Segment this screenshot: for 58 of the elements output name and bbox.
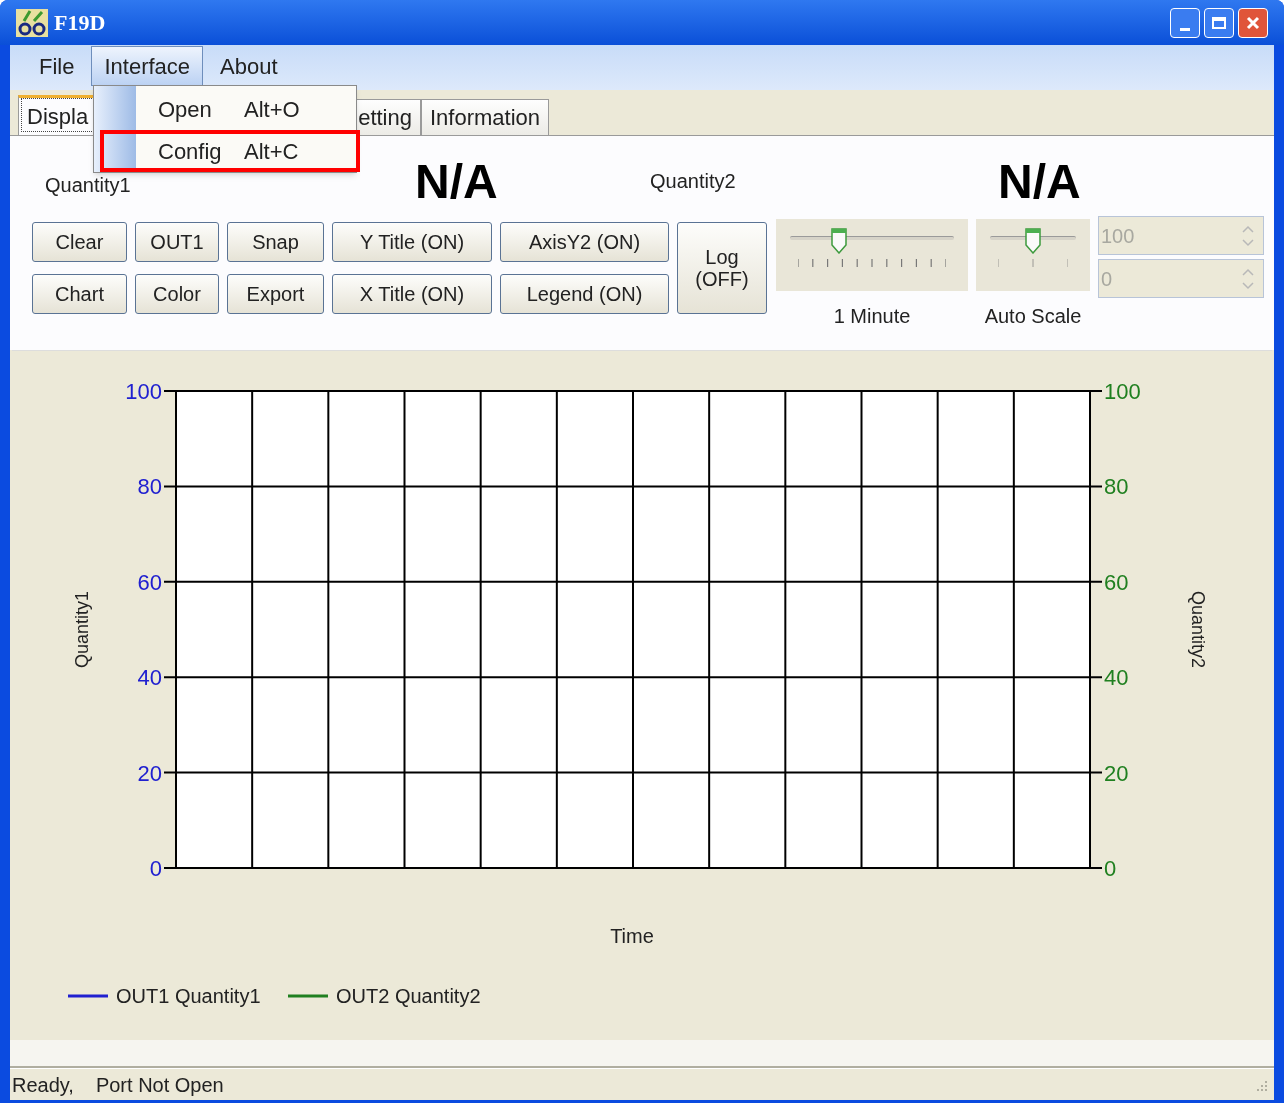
slider-caption: 1 Minute — [833, 304, 911, 329]
dropdown-item[interactable]: Config Alt+C — [100, 130, 360, 172]
y-tick-label: 80 — [137, 474, 162, 500]
toolbar-button[interactable]: X Title (ON) — [332, 274, 492, 314]
toolbar-button[interactable]: Chart — [32, 274, 127, 314]
status-text: Ready, — [12, 1072, 74, 1098]
y-tick-label: 0 — [149, 856, 162, 881]
toolbar-button[interactable]: Y Title (ON) — [332, 222, 492, 262]
minimize-button[interactable] — [1170, 7, 1200, 38]
slider-thumb[interactable] — [1025, 228, 1041, 254]
slider[interactable] — [976, 219, 1090, 291]
x-axis-title: Time — [610, 925, 654, 947]
toolbar-button[interactable]: Export — [227, 274, 324, 314]
close-button[interactable] — [1238, 7, 1268, 38]
status-text: Port Not Open — [95, 1072, 224, 1098]
y-tick-label: 20 — [137, 760, 162, 786]
slider-thumb[interactable] — [831, 228, 848, 254]
menu-item[interactable]: About — [207, 46, 291, 86]
legend-label: OUT1 Quantity1 — [116, 985, 261, 1007]
menu-label: Open — [158, 95, 213, 124]
toolbar-button[interactable]: Clear — [32, 222, 127, 262]
y2-tick-label: 60 — [1104, 569, 1129, 595]
menu-shortcut: Alt+O — [244, 95, 300, 124]
toolbar-button[interactable]: Color — [135, 274, 219, 314]
spin-value: 100 — [1101, 223, 1136, 249]
toolbar-button[interactable]: AxisY2 (ON) — [500, 222, 669, 262]
maximize-button[interactable] — [1204, 7, 1234, 38]
menu-item[interactable]: File — [26, 46, 88, 86]
quantity-label: Quantity2 — [650, 169, 737, 194]
legend-label: OUT2 Quantity2 — [336, 985, 481, 1007]
y2-tick-label: 100 — [1104, 379, 1141, 404]
toolbar-button[interactable]: Snap — [227, 222, 324, 262]
quantity-value: N/A — [415, 158, 498, 206]
tab[interactable]: Information — [420, 99, 550, 135]
slider-caption: Auto Scale — [984, 304, 1082, 329]
tick-marks — [998, 259, 1068, 267]
quantity-value: N/A — [998, 158, 1081, 206]
spin-value: 0 — [1101, 266, 1114, 292]
quantity-label: Quantity1 — [45, 173, 132, 198]
toolbar-button[interactable]: OUT1 — [135, 222, 219, 262]
menu-label: Config — [158, 137, 223, 166]
y2-tick-label: 0 — [1104, 856, 1117, 881]
toolbar-button[interactable]: Log (OFF) — [677, 222, 767, 314]
y2-tick-label: 40 — [1104, 665, 1129, 691]
y2-tick-label: 20 — [1104, 760, 1129, 786]
menu-shortcut: Alt+C — [244, 137, 299, 166]
y-tick-label: 60 — [137, 569, 162, 595]
app-logo-icon — [16, 8, 48, 37]
toolbar-button[interactable]: Legend (ON) — [500, 274, 669, 314]
window-title: F19D — [54, 9, 106, 37]
menu-item[interactable]: Interface — [91, 46, 204, 86]
close-icon — [1246, 15, 1260, 30]
y-tick-label: 100 — [125, 379, 162, 404]
y-tick-label: 40 — [137, 665, 162, 691]
y-axis-title: Quantity1 — [72, 591, 92, 668]
y2-axis-title: Quantity2 — [1188, 591, 1208, 668]
y2-tick-label: 80 — [1104, 474, 1129, 500]
slider[interactable] — [776, 219, 968, 291]
